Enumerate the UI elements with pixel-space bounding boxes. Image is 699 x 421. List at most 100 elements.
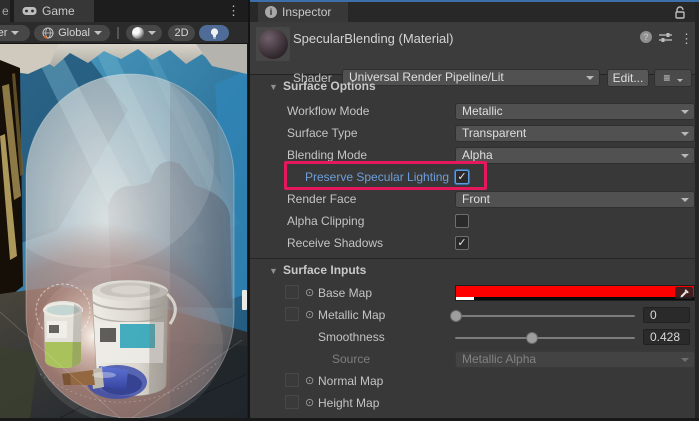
base-map-texture-slot[interactable] xyxy=(285,285,299,299)
info-icon: i xyxy=(265,6,277,18)
gamepad-icon xyxy=(22,6,37,16)
game-viewport[interactable] xyxy=(0,44,247,418)
eyedropper-button[interactable] xyxy=(675,287,693,299)
preserve-specular-checkbox[interactable]: ✓ xyxy=(455,170,469,184)
section-separator xyxy=(250,258,699,259)
blending-mode-dropdown[interactable]: Alpha xyxy=(455,147,695,164)
shaded-sphere-icon xyxy=(132,27,144,39)
chevron-down-icon xyxy=(681,110,689,114)
pivot-mode-label: ter xyxy=(0,27,7,39)
foldout-icon[interactable]: ▼ xyxy=(269,266,278,276)
row-label: Receive Shadows xyxy=(287,235,383,252)
check-icon: ✓ xyxy=(457,237,466,249)
inspector-tabbar: i Inspector ⋮ xyxy=(250,2,699,22)
smoothness-slider[interactable] xyxy=(455,337,635,339)
normal-map-texture-slot[interactable] xyxy=(285,373,299,387)
surface-type-dropdown[interactable]: Transparent xyxy=(455,125,695,142)
game-tabbar: e Game ⋮ xyxy=(0,0,248,22)
object-picker-icon[interactable]: ⊙ xyxy=(305,285,314,302)
object-picker-icon[interactable]: ⊙ xyxy=(305,373,314,390)
shader-edit-button[interactable]: Edit... xyxy=(607,69,649,87)
shader-dropdown[interactable]: Universal Render Pipeline/Lit xyxy=(342,69,600,86)
chevron-down-icon xyxy=(677,79,683,82)
row-label: Blending Mode xyxy=(287,147,367,164)
row-label: Base Map xyxy=(318,285,372,302)
presets-icon[interactable] xyxy=(659,32,672,43)
tab-inspector-label: Inspector xyxy=(282,5,331,19)
object-picker-icon[interactable]: ⊙ xyxy=(305,307,314,324)
material-menu-icon[interactable]: ⋮ xyxy=(680,31,693,47)
smoothness-slider-thumb[interactable] xyxy=(526,332,538,344)
color-swatch xyxy=(456,286,694,297)
globe-icon xyxy=(42,27,54,39)
foldout-icon[interactable]: ▼ xyxy=(269,82,278,92)
object-picker-icon[interactable]: ⊙ xyxy=(305,395,314,412)
metallic-slider[interactable] xyxy=(455,315,635,317)
inspector-panel: i Inspector ⋮ SpecularBlending (Material… xyxy=(250,0,699,418)
alpha-fill xyxy=(456,297,474,300)
mode-2d-label: 2D xyxy=(174,27,188,39)
scene-lighting-button[interactable] xyxy=(199,25,229,41)
toolbar-separator xyxy=(117,27,119,39)
source-dropdown: Metallic Alpha xyxy=(455,351,695,368)
tab-inspector[interactable]: i Inspector xyxy=(258,2,348,22)
lightbulb-icon xyxy=(209,27,220,40)
base-map-color-field[interactable] xyxy=(455,285,695,301)
workflow-mode-dropdown[interactable]: Metallic xyxy=(455,103,695,120)
burger-icon: ≡ xyxy=(663,71,670,85)
render-face-dropdown[interactable]: Front xyxy=(455,191,695,208)
row-label: Workflow Mode xyxy=(287,103,369,120)
dropdown-value: Alpha xyxy=(462,148,493,162)
receive-shadows-checkbox[interactable]: ✓ xyxy=(455,236,469,250)
preserve-specular-label: Preserve Specular Lighting xyxy=(305,169,449,186)
chevron-down-icon xyxy=(681,358,689,362)
surface-inputs-header[interactable]: Surface Inputs xyxy=(283,263,366,277)
dropdown-value: Metallic Alpha xyxy=(462,352,536,366)
source-label: Source xyxy=(332,351,370,368)
chevron-down-icon xyxy=(681,198,689,202)
game-panel: e Game ⋮ ter Global xyxy=(0,0,248,418)
shading-mode-button[interactable] xyxy=(126,25,162,41)
chevron-down-icon xyxy=(148,31,156,35)
metallic-value-field[interactable]: 0 xyxy=(643,307,690,323)
orientation-label: Global xyxy=(58,27,90,39)
row-label: Render Face xyxy=(287,191,356,208)
metallic-slider-thumb[interactable] xyxy=(450,310,462,322)
tab-game[interactable]: Game xyxy=(14,0,94,22)
mode-2d-button[interactable]: 2D xyxy=(168,25,195,41)
inspector-scrollbar-gutter[interactable] xyxy=(695,2,699,418)
lock-open-icon[interactable] xyxy=(674,6,686,19)
height-map-texture-slot[interactable] xyxy=(285,395,299,409)
surface-options-header[interactable]: Surface Options xyxy=(283,79,376,93)
check-icon: ✓ xyxy=(457,171,466,183)
row-label: Height Map xyxy=(318,395,379,412)
material-header: SpecularBlending (Material) ? ⋮ Shader U… xyxy=(250,22,699,75)
scene-render xyxy=(0,44,247,418)
dropdown-value: Metallic xyxy=(462,104,503,118)
material-preview-thumbnail[interactable] xyxy=(256,27,290,61)
smoothness-value-field[interactable]: 0.428 xyxy=(643,329,690,345)
chevron-down-icon xyxy=(94,31,102,35)
metallic-map-texture-slot[interactable] xyxy=(285,307,299,321)
help-icon[interactable]: ? xyxy=(640,31,652,43)
eyedropper-icon xyxy=(679,288,690,299)
row-label: Alpha Clipping xyxy=(287,213,364,230)
row-label: Normal Map xyxy=(318,373,383,390)
game-tab-menu-icon[interactable]: ⋮ xyxy=(227,0,240,22)
tab-scene-partial[interactable]: e xyxy=(0,0,10,22)
chevron-down-icon xyxy=(586,76,594,80)
dropdown-value: Front xyxy=(462,192,490,206)
dropdown-value: Transparent xyxy=(462,126,526,140)
row-label: Metallic Map xyxy=(318,307,385,324)
shader-list-button[interactable]: ≡ xyxy=(654,69,692,87)
alpha-clipping-checkbox[interactable] xyxy=(455,214,469,228)
pivot-mode-button[interactable]: ter xyxy=(0,25,30,41)
row-label: Surface Type xyxy=(287,125,358,142)
row-label: Smoothness xyxy=(318,329,385,346)
tab-game-label: Game xyxy=(42,4,75,18)
material-sphere xyxy=(258,29,288,59)
orientation-button[interactable]: Global xyxy=(34,25,110,41)
scene-toolbar: ter Global 2D xyxy=(0,22,248,44)
chevron-down-icon xyxy=(681,132,689,136)
chevron-down-icon xyxy=(11,31,19,35)
